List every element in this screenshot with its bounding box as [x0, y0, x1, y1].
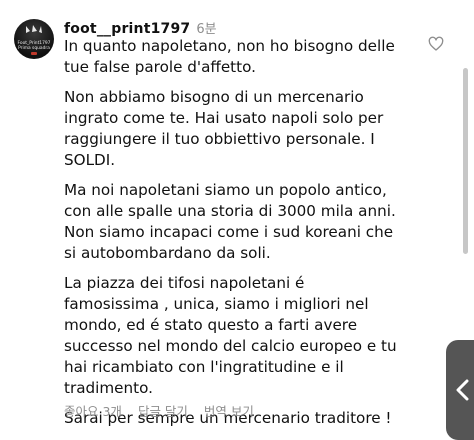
heart-outline-icon[interactable]: [428, 36, 444, 52]
comment-actions: 좋아요 3개 답글 달기 번역 보기: [64, 401, 254, 420]
comment-paragraph: La piazza dei tifosi napoletani é famosi…: [64, 274, 397, 397]
avatar-text-2: Prima squadra: [18, 45, 50, 51]
comment-paragraph: In quanto napoletano, non ho bisogno del…: [64, 37, 395, 76]
comment-header: foot__print1797 6분: [64, 18, 217, 37]
comment-paragraph: Ma noi napoletani siamo un popolo antico…: [64, 181, 396, 262]
likes-count[interactable]: 좋아요 3개: [64, 401, 122, 420]
avatar[interactable]: Foot_Print1797 Prima squadra: [14, 19, 54, 59]
scrollbar[interactable]: [463, 68, 468, 254]
chevron-left-icon: [456, 379, 469, 401]
comment-paragraph: Non abbiamo bisogno di un mercenario ing…: [64, 88, 384, 169]
timestamp: 6분: [196, 22, 217, 37]
avatar-image: Foot_Print1797 Prima squadra: [18, 25, 51, 55]
username[interactable]: foot__print1797: [64, 21, 190, 37]
translate-button[interactable]: 번역 보기: [204, 401, 254, 420]
reply-button[interactable]: 답글 달기: [138, 401, 188, 420]
comment-body: In quanto napoletano, non ho bisogno del…: [64, 36, 404, 438]
scroll-handle[interactable]: [446, 340, 474, 440]
